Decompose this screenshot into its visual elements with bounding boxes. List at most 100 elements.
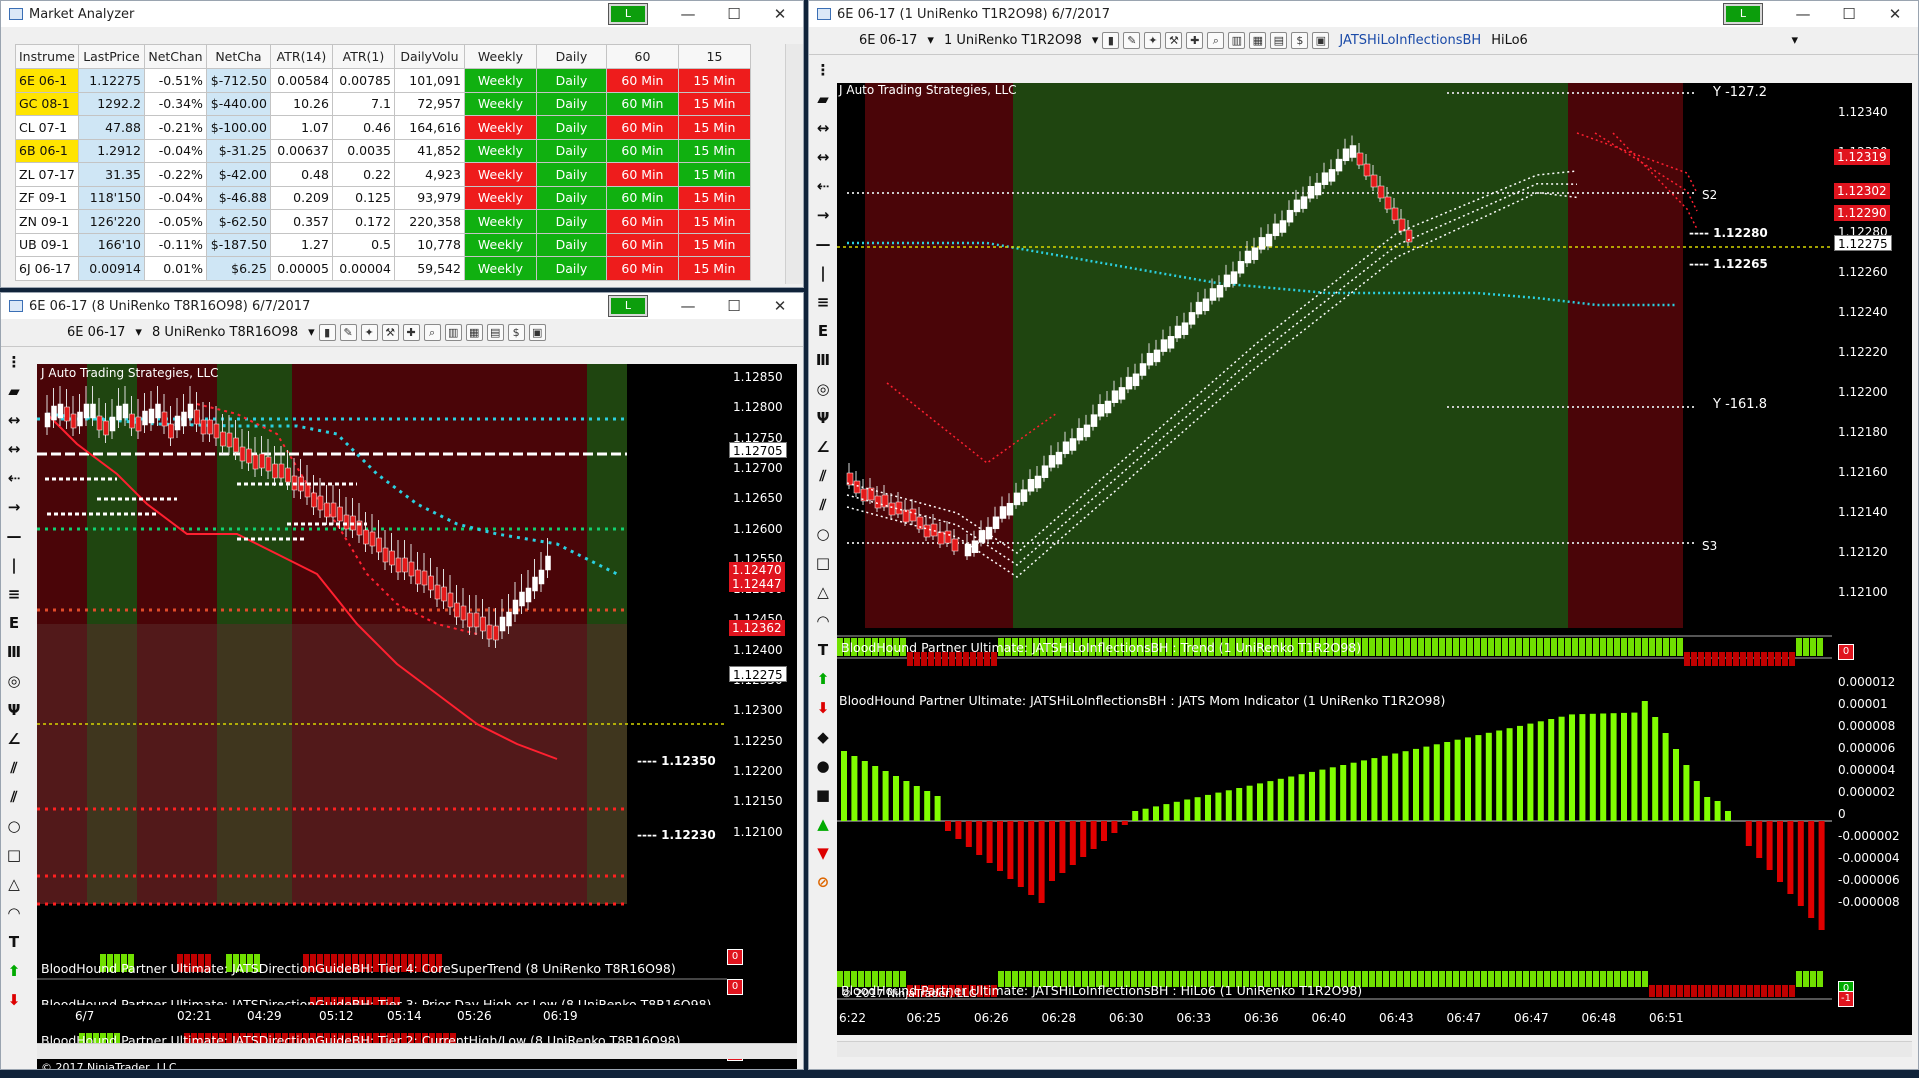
- table-row[interactable]: ZL 07-17 31.35 -0.22% $-42.00 0.48 0.22 4,923 W…: [15, 162, 751, 187]
- line-icon[interactable]: ↔: [8, 409, 21, 432]
- time-cycles-icon[interactable]: Ⅲ: [7, 641, 21, 664]
- tools-icon[interactable]: ⚒: [1165, 32, 1183, 49]
- table-row[interactable]: 6B 06-1 1.2912 -0.04% $-31.25 0.00637 0.0035 4…: [15, 138, 751, 163]
- dropdown-icon[interactable]: ▾: [927, 33, 934, 48]
- channel-icon[interactable]: ⫽: [820, 465, 827, 488]
- add-strategy-icon[interactable]: ✦: [1144, 32, 1162, 49]
- circle-target-icon[interactable]: ◎: [816, 378, 829, 401]
- fib-icon[interactable]: ≡: [8, 583, 21, 606]
- minimize-icon[interactable]: —: [1780, 1, 1826, 27]
- rectangle-icon[interactable]: □: [816, 552, 830, 575]
- rectangle-icon[interactable]: □: [7, 844, 21, 867]
- horizontal-scrollbar[interactable]: [837, 1041, 1912, 1057]
- gann-icon[interactable]: ∠: [816, 436, 829, 459]
- column-header[interactable]: LastPrice: [77, 44, 145, 69]
- arrow-down-icon[interactable]: ⬇: [817, 697, 830, 720]
- close-icon[interactable]: ✕: [1872, 1, 1918, 27]
- arrow-down-icon[interactable]: ⬇: [8, 989, 21, 1012]
- dropdown-icon[interactable]: ▾: [1791, 33, 1798, 48]
- price-panel-left[interactable]: J Auto Trading Strategies, LLC ---- 1.12…: [37, 364, 727, 949]
- column-header[interactable]: Instrume: [15, 44, 79, 69]
- strategies-icon[interactable]: ▦: [465, 324, 483, 341]
- close-icon[interactable]: ✕: [757, 1, 803, 27]
- bar-style-icon[interactable]: ▮: [318, 324, 336, 341]
- column-header[interactable]: NetCha: [205, 44, 271, 69]
- ruler-icon[interactable]: ▰: [8, 380, 20, 403]
- arrow-up-icon[interactable]: ⬆: [817, 668, 830, 691]
- fib-icon[interactable]: ≡: [817, 291, 830, 314]
- link-button[interactable]: L: [1723, 3, 1763, 25]
- horizontal-line-icon[interactable]: —: [816, 233, 831, 256]
- chart-left-titlebar[interactable]: 6E 06-17 (8 UniRenko T8R16O98) 6/7/2017 …: [1, 293, 803, 319]
- channel2-icon[interactable]: ⫽: [11, 786, 18, 809]
- fib-ext-icon[interactable]: Ε: [818, 320, 828, 343]
- table-row[interactable]: 6E 06-1 1.12275 -0.51% $-712.50 0.00584 0.007…: [15, 68, 751, 93]
- dropdown-icon[interactable]: ▾: [308, 325, 315, 340]
- diamond-icon[interactable]: ◆: [817, 726, 829, 749]
- text-icon[interactable]: T: [9, 931, 19, 954]
- line-icon[interactable]: ↔: [817, 117, 830, 140]
- circle-target-icon[interactable]: ◎: [7, 670, 20, 693]
- maximize-icon[interactable]: ☐: [711, 293, 757, 319]
- channel-icon[interactable]: ⫽: [11, 757, 18, 780]
- pointer-icon[interactable]: ⋮: [7, 351, 22, 374]
- extended-line-icon[interactable]: ⇠: [817, 175, 830, 198]
- price-axis-right[interactable]: 1.123401.123201.123001.122801.122601.122…: [1832, 83, 1912, 628]
- time-cycles-icon[interactable]: Ⅲ: [816, 349, 830, 372]
- chart-right-titlebar[interactable]: 6E 06-17 (1 UniRenko T1R2O98) 6/7/2017 L…: [809, 1, 1918, 27]
- indicator-selector[interactable]: JATSHiLoInflectionsBH: [1333, 33, 1481, 48]
- dollar-icon[interactable]: $: [1291, 32, 1309, 49]
- bartype-selector[interactable]: 8 UniRenko T8R16O98: [146, 325, 304, 340]
- arc-icon[interactable]: ◠: [817, 610, 829, 633]
- column-header[interactable]: 60: [605, 44, 679, 69]
- table-row[interactable]: ZN 09-1 126'220 -0.05% $-62.50 0.357 0.172 220…: [15, 209, 751, 234]
- arrow-up-icon[interactable]: ⬆: [8, 960, 21, 983]
- drawing-tool-icon[interactable]: ✎: [339, 324, 357, 341]
- table-row[interactable]: UB 09-1 166'10 -0.11% $-187.50 1.27 0.5 10,778…: [15, 232, 751, 257]
- table-row[interactable]: ZF 09-1 118'150 -0.04% $-46.88 0.209 0.125 93,…: [15, 185, 751, 210]
- dropdown-icon[interactable]: ▾: [1092, 33, 1099, 48]
- tools-icon[interactable]: ⚒: [381, 324, 399, 341]
- minimize-icon[interactable]: —: [665, 1, 711, 27]
- gann-icon[interactable]: ∠: [7, 728, 20, 751]
- price-axis-left[interactable]: 1.12850 1.12800 1.12750 1.12700 1.12650 1.126…: [727, 364, 797, 949]
- strategies-icon[interactable]: ▦: [1249, 32, 1267, 49]
- text-icon[interactable]: T: [818, 639, 828, 662]
- minimize-icon[interactable]: —: [665, 293, 711, 319]
- column-header[interactable]: Weekly: [463, 44, 537, 69]
- arrow-line-icon[interactable]: →: [817, 204, 830, 227]
- dollar-icon[interactable]: $: [507, 324, 525, 341]
- price-chart-right[interactable]: [837, 83, 1832, 628]
- maximize-icon[interactable]: ☐: [711, 1, 757, 27]
- dot-icon[interactable]: ●: [816, 755, 829, 778]
- time-axis-left[interactable]: 6/7 02:21 04:29 05:12 05:14 05:26 06:19: [37, 1005, 797, 1033]
- price-panel-right[interactable]: J Auto Trading Strategies, LLC Y -127.2 …: [837, 83, 1832, 628]
- close-icon[interactable]: ✕: [757, 293, 803, 319]
- horizontal-scrollbar[interactable]: [37, 1043, 797, 1059]
- triangle-down-icon[interactable]: ▼: [817, 842, 829, 865]
- fib-ext-icon[interactable]: Ε: [9, 612, 19, 635]
- link-button[interactable]: L: [608, 295, 648, 317]
- eraser-icon[interactable]: ⊘: [817, 871, 830, 894]
- chart-trader-icon[interactable]: ▤: [486, 324, 504, 341]
- indicators-icon[interactable]: ▥: [1228, 32, 1246, 49]
- dropdown-icon[interactable]: ▾: [135, 325, 142, 340]
- properties-icon[interactable]: ▣: [1312, 32, 1330, 49]
- square-icon[interactable]: ■: [816, 784, 830, 807]
- triangle-icon[interactable]: △: [8, 873, 20, 896]
- arrow-line-icon[interactable]: →: [8, 496, 21, 519]
- table-row[interactable]: GC 08-1 1292.2 -0.34% $-440.00 10.26 7.1 72,95…: [15, 91, 751, 116]
- bartype-selector[interactable]: 1 UniRenko T1R2O98: [938, 33, 1088, 48]
- column-header[interactable]: Daily: [535, 44, 607, 69]
- drawing-tool-icon[interactable]: ✎: [1123, 32, 1141, 49]
- price-chart-left[interactable]: [37, 364, 727, 949]
- instrument-selector[interactable]: 6E 06-17: [61, 325, 131, 340]
- vertical-scrollbar[interactable]: [785, 44, 803, 284]
- hilo-selector[interactable]: HiLo6: [1485, 33, 1534, 48]
- horizontal-line-icon[interactable]: —: [7, 525, 22, 548]
- properties-icon[interactable]: ▣: [528, 324, 546, 341]
- ellipse-icon[interactable]: ○: [816, 523, 829, 546]
- pitchfork-icon[interactable]: Ψ: [8, 699, 21, 722]
- column-header[interactable]: DailyVolu: [393, 44, 465, 69]
- column-header[interactable]: ATR(1): [331, 44, 395, 69]
